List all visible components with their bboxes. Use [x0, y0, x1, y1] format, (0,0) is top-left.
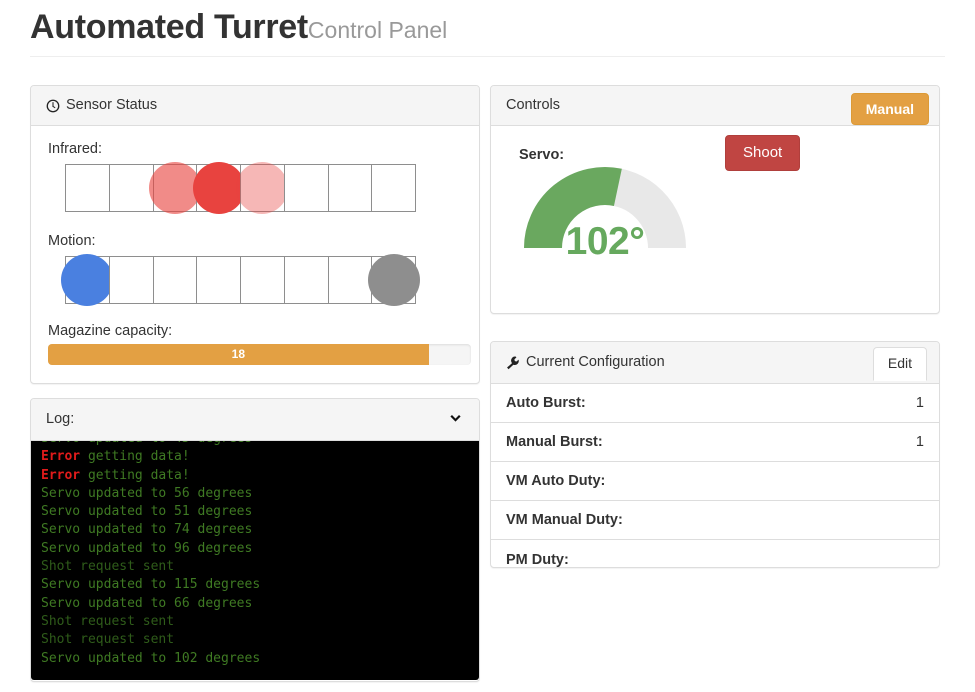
chevron-down-icon[interactable]	[447, 411, 464, 428]
configuration-title-row: Current Configuration	[506, 353, 924, 372]
configuration-key: VM Manual Duty:	[506, 512, 623, 528]
configuration-key: Auto Burst:	[506, 395, 586, 411]
magazine-capacity-fill: 18	[48, 344, 429, 365]
log-line: Servo updated to 102 degrees	[41, 650, 261, 666]
sensor-cell	[283, 164, 328, 212]
infrared-label: Infrared:	[48, 141, 102, 157]
sensor-cell	[192, 162, 245, 214]
servo-gauge: 102°	[505, 148, 705, 278]
configuration-key: Manual Burst:	[506, 434, 603, 450]
controls-panel: Controls Manual Servo: Shoot 102°	[490, 85, 940, 314]
sensor-cell	[152, 256, 197, 304]
log-line: Servo updated to 51 degrees	[41, 504, 253, 520]
log-line: Shot request sent	[41, 632, 175, 648]
mode-toggle-button[interactable]: Manual	[850, 93, 929, 125]
shoot-button[interactable]: Shoot	[725, 135, 801, 171]
sensor-cell	[327, 164, 372, 212]
sensor-indicator-dot	[61, 254, 114, 306]
log-panel-title: Log:	[46, 411, 75, 427]
clock-icon	[46, 99, 60, 113]
sensor-status-header: Sensor Status	[31, 86, 479, 126]
configuration-list: Auto Burst: 1 Manual Burst: 1 VM Auto Duty: V…	[491, 384, 939, 579]
sensor-indicator-dot	[236, 162, 289, 214]
log-panel-header[interactable]: Log:	[31, 399, 479, 441]
sensor-cell	[240, 256, 284, 304]
servo-gauge-value: 102°	[565, 220, 645, 263]
wrench-icon	[506, 356, 520, 370]
configuration-row: Manual Burst: 1	[491, 423, 939, 462]
motion-label: Motion:	[48, 233, 96, 249]
sensor-cell	[196, 256, 240, 304]
sensor-cell	[61, 254, 114, 306]
configuration-value: 1	[915, 395, 924, 411]
sensor-cell	[367, 254, 420, 306]
sensor-status-panel: Sensor Status Infrared: Motion: Magazine…	[30, 85, 480, 384]
edit-button[interactable]: Edit	[872, 347, 927, 381]
page-header: Automated TurretControl Panel	[30, 0, 945, 58]
log-line: Shot request sent	[41, 613, 175, 629]
configuration-value: 1	[915, 434, 924, 450]
log-panel: Log: Servo updated to 45 degreesError ge…	[30, 398, 480, 682]
page-title-main: Automated Turret	[30, 8, 308, 46]
log-line: Error getting data!	[41, 449, 190, 465]
log-error-prefix: Error	[41, 449, 81, 465]
configuration-row: VM Auto Duty:	[491, 462, 939, 501]
sensor-cell	[236, 162, 289, 214]
page-title-subtitle: Control Panel	[307, 17, 448, 43]
controls-body: Servo: Shoot 102°	[491, 126, 939, 313]
sensor-status-body: Infrared: Motion: Magazine capacity: 18	[31, 126, 479, 380]
log-error-prefix: Error	[41, 467, 81, 483]
sensor-cell	[371, 164, 416, 212]
motion-sensor-grid	[61, 254, 420, 306]
log-line: Servo updated to 96 degrees	[41, 540, 253, 556]
sensor-cell	[327, 256, 372, 304]
log-line: Shot request sent	[41, 559, 175, 575]
log-line: Servo updated to 115 degrees	[41, 577, 261, 593]
sensor-indicator-dot	[367, 254, 420, 306]
configuration-row: PM Duty:	[491, 540, 939, 579]
log-line: Servo updated to 74 degrees	[41, 522, 253, 538]
infrared-sensor-grid	[65, 162, 416, 214]
sensor-status-title-row: Sensor Status	[46, 96, 464, 115]
sensor-status-title: Sensor Status	[66, 97, 158, 113]
sensor-cell	[108, 256, 153, 304]
log-line: Servo updated to 66 degrees	[41, 595, 253, 611]
configuration-row: VM Manual Duty:	[491, 501, 939, 540]
sensor-cell	[65, 164, 109, 212]
configuration-key: VM Auto Duty:	[506, 473, 606, 489]
configuration-title: Current Configuration	[526, 354, 665, 370]
log-console[interactable]: Servo updated to 45 degreesError getting…	[31, 441, 479, 680]
sensor-cell	[283, 256, 328, 304]
current-configuration-panel: Current Configuration Edit Auto Burst: 1 M…	[490, 341, 940, 568]
control-panel-page: Automated TurretControl Panel Sensor Sta…	[0, 0, 975, 692]
page-title: Automated TurretControl Panel	[30, 8, 945, 47]
magazine-capacity-progress: 18	[48, 344, 471, 365]
configuration-header: Current Configuration Edit	[491, 342, 939, 384]
controls-header: Controls Manual	[491, 86, 939, 126]
configuration-key: PM Duty:	[506, 551, 569, 568]
log-line: Servo updated to 56 degrees	[41, 485, 253, 501]
log-line: Error getting data!	[41, 467, 190, 483]
log-line: Servo updated to 45 degrees	[41, 441, 479, 448]
log-lines: Servo updated to 45 degreesError getting…	[41, 441, 479, 668]
magazine-capacity-label: Magazine capacity:	[48, 323, 173, 339]
configuration-row: Auto Burst: 1	[491, 384, 939, 423]
sensor-cell	[108, 164, 153, 212]
sensor-cell	[148, 162, 201, 214]
